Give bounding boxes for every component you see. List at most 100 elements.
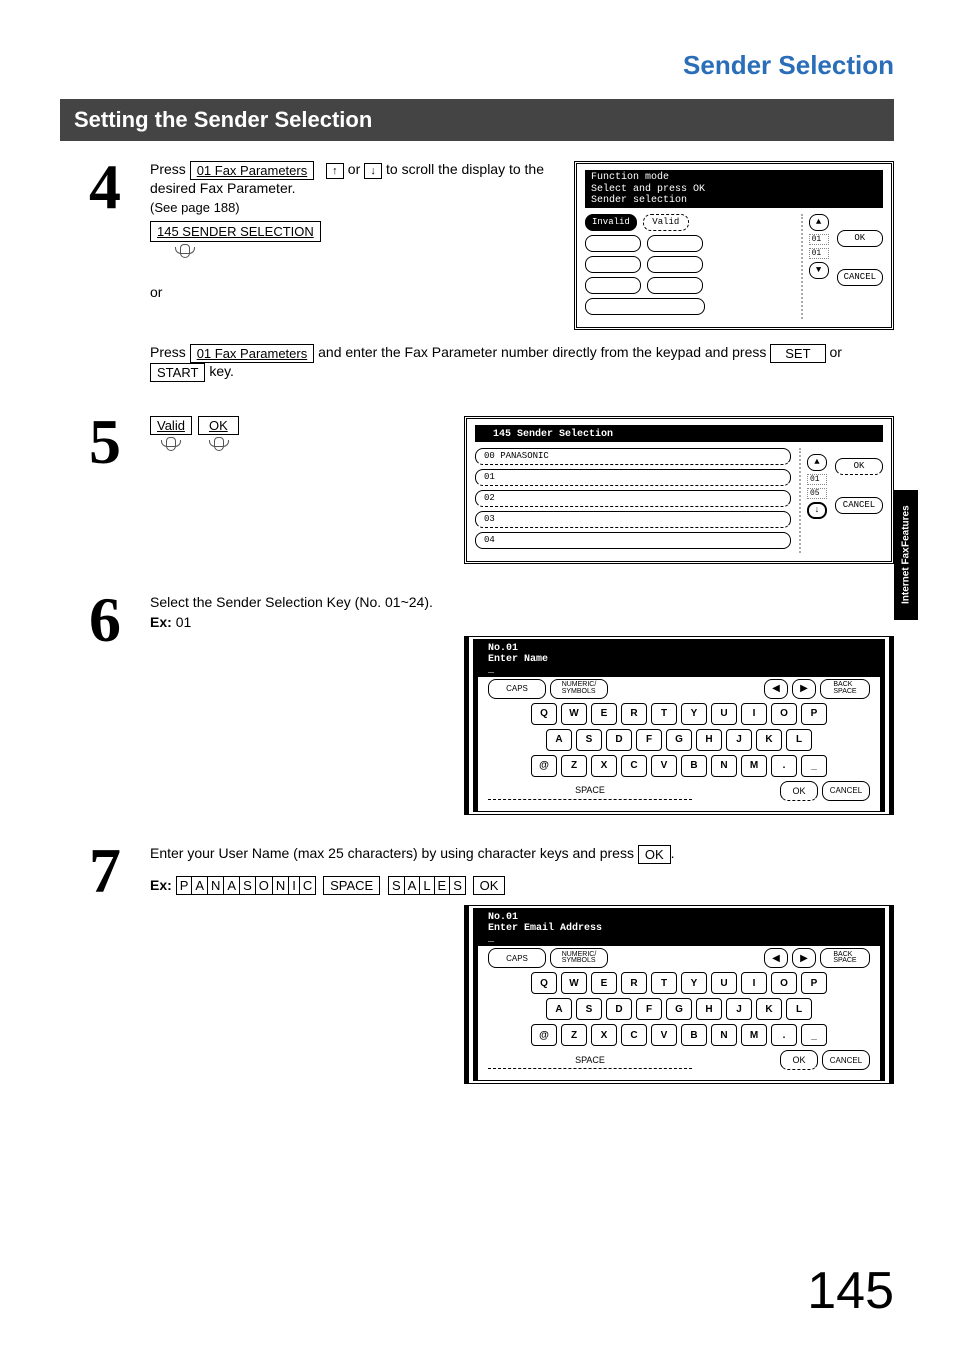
- kb-key-d[interactable]: D: [606, 729, 632, 751]
- kb-key-i[interactable]: I: [741, 703, 767, 725]
- list-item[interactable]: 04: [475, 532, 791, 549]
- space-button[interactable]: SPACE: [488, 1051, 692, 1069]
- right-arrow-button[interactable]: ▶: [792, 679, 816, 699]
- kb-key-b[interactable]: B: [681, 755, 707, 777]
- kb-key-j[interactable]: J: [726, 998, 752, 1020]
- fax-parameters-key[interactable]: 01 Fax Parameters: [190, 344, 315, 363]
- char-key[interactable]: O: [255, 876, 273, 895]
- kb-key-j[interactable]: J: [726, 729, 752, 751]
- kb-key-v[interactable]: V: [651, 755, 677, 777]
- kb-key-a[interactable]: A: [546, 998, 572, 1020]
- kb-key-q[interactable]: Q: [531, 972, 557, 994]
- kb-key-u[interactable]: U: [711, 703, 737, 725]
- kb-key-g[interactable]: G: [666, 998, 692, 1020]
- list-item[interactable]: 02: [475, 490, 791, 507]
- kb-key-c[interactable]: C: [621, 755, 647, 777]
- kb-key-h[interactable]: H: [696, 729, 722, 751]
- list-item[interactable]: 01: [475, 469, 791, 486]
- panel-cancel-button[interactable]: CANCEL: [837, 269, 883, 286]
- right-arrow-button[interactable]: ▶: [792, 948, 816, 968]
- char-key[interactable]: P: [176, 876, 193, 895]
- parameter-145-button[interactable]: 145 SENDER SELECTION: [150, 221, 321, 242]
- kb-key-e[interactable]: E: [591, 703, 617, 725]
- space-key[interactable]: SPACE: [323, 876, 380, 895]
- kb-key-v[interactable]: V: [651, 1024, 677, 1046]
- kb-key-e[interactable]: E: [591, 972, 617, 994]
- panel-cancel-button[interactable]: CANCEL: [835, 497, 883, 514]
- kb-key-x[interactable]: X: [591, 755, 617, 777]
- backspace-button[interactable]: BACK SPACE: [820, 679, 870, 699]
- kb-key-y[interactable]: Y: [681, 972, 707, 994]
- kb-key-l[interactable]: L: [786, 729, 812, 751]
- kb-key-x[interactable]: X: [591, 1024, 617, 1046]
- kb-key-t[interactable]: T: [651, 703, 677, 725]
- kb-key-f[interactable]: F: [636, 998, 662, 1020]
- valid-button[interactable]: Valid: [643, 214, 689, 231]
- scroll-down-button[interactable]: ▼: [809, 262, 829, 279]
- kb-key-_[interactable]: _: [801, 755, 827, 777]
- fax-parameters-key[interactable]: 01 Fax Parameters: [190, 161, 315, 180]
- kb-key-n[interactable]: N: [711, 755, 737, 777]
- panel-ok-button[interactable]: OK: [835, 458, 883, 475]
- numeric-symbols-button[interactable]: NUMERIC/ SYMBOLS: [550, 948, 608, 968]
- kb-ok-button[interactable]: OK: [780, 1050, 818, 1070]
- kb-key-@[interactable]: @: [531, 755, 557, 777]
- char-key[interactable]: L: [419, 876, 434, 895]
- set-key[interactable]: SET: [770, 344, 825, 363]
- char-key[interactable]: C: [299, 876, 316, 895]
- kb-key-k[interactable]: K: [756, 998, 782, 1020]
- kb-key-a[interactable]: A: [546, 729, 572, 751]
- kb-key-s[interactable]: S: [576, 998, 602, 1020]
- kb-key-_[interactable]: _: [801, 1024, 827, 1046]
- left-arrow-button[interactable]: ◀: [764, 679, 788, 699]
- kb-key-u[interactable]: U: [711, 972, 737, 994]
- kb-key-@[interactable]: @: [531, 1024, 557, 1046]
- kb-key-m[interactable]: M: [741, 1024, 767, 1046]
- char-key[interactable]: S: [239, 876, 256, 895]
- kb-key-f[interactable]: F: [636, 729, 662, 751]
- kb-key-o[interactable]: O: [771, 703, 797, 725]
- kb-key-.[interactable]: .: [771, 755, 797, 777]
- panel-ok-button[interactable]: OK: [837, 230, 883, 247]
- kb-key-i[interactable]: I: [741, 972, 767, 994]
- space-button[interactable]: SPACE: [488, 782, 692, 800]
- kb-key-y[interactable]: Y: [681, 703, 707, 725]
- char-key[interactable]: N: [272, 876, 289, 895]
- numeric-symbols-button[interactable]: NUMERIC/ SYMBOLS: [550, 679, 608, 699]
- kb-key-z[interactable]: Z: [561, 755, 587, 777]
- valid-key[interactable]: Valid: [150, 416, 192, 435]
- kb-key-c[interactable]: C: [621, 1024, 647, 1046]
- kb-key-k[interactable]: K: [756, 729, 782, 751]
- invalid-button[interactable]: Invalid: [585, 214, 637, 231]
- kb-key-m[interactable]: M: [741, 755, 767, 777]
- start-key[interactable]: START: [150, 363, 205, 382]
- kb-key-r[interactable]: R: [621, 703, 647, 725]
- kb-cancel-button[interactable]: CANCEL: [822, 781, 870, 801]
- scroll-up-button[interactable]: ▲: [809, 214, 829, 231]
- char-key[interactable]: E: [434, 876, 451, 895]
- kb-key-h[interactable]: H: [696, 998, 722, 1020]
- kb-key-s[interactable]: S: [576, 729, 602, 751]
- left-arrow-button[interactable]: ◀: [764, 948, 788, 968]
- char-key[interactable]: S: [449, 876, 466, 895]
- kb-key-p[interactable]: P: [801, 703, 827, 725]
- kb-key-o[interactable]: O: [771, 972, 797, 994]
- kb-ok-button[interactable]: OK: [780, 781, 818, 801]
- kb-key-d[interactable]: D: [606, 998, 632, 1020]
- list-item[interactable]: 00 PANASONIC: [475, 448, 791, 465]
- char-key[interactable]: S: [388, 876, 405, 895]
- ok-key[interactable]: OK: [638, 845, 671, 864]
- kb-key-w[interactable]: W: [561, 703, 587, 725]
- kb-key-r[interactable]: R: [621, 972, 647, 994]
- kb-key-b[interactable]: B: [681, 1024, 707, 1046]
- char-key[interactable]: A: [191, 876, 208, 895]
- kb-key-q[interactable]: Q: [531, 703, 557, 725]
- ok-key[interactable]: OK: [198, 416, 239, 435]
- ok-key[interactable]: OK: [473, 876, 506, 895]
- kb-key-z[interactable]: Z: [561, 1024, 587, 1046]
- list-item[interactable]: 03: [475, 511, 791, 528]
- kb-key-p[interactable]: P: [801, 972, 827, 994]
- kb-key-l[interactable]: L: [786, 998, 812, 1020]
- up-arrow-key[interactable]: ↑: [326, 163, 344, 179]
- scroll-down-button[interactable]: ↓: [807, 502, 827, 519]
